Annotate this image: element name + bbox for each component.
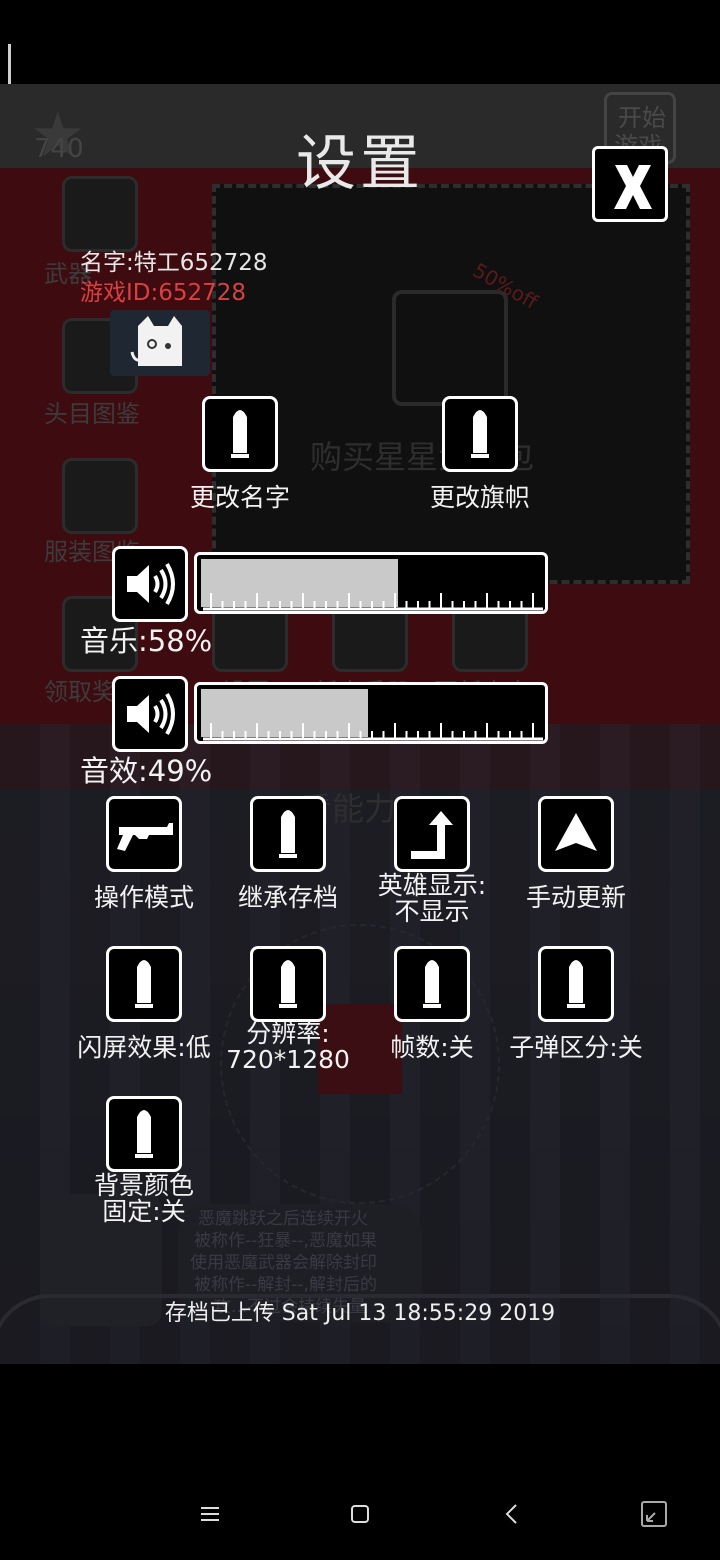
cat-flag-icon — [130, 316, 182, 366]
bg-color-label-line2: 固定:关 — [102, 1197, 186, 1226]
speaker-icon — [127, 562, 175, 606]
change-flag-button[interactable] — [442, 396, 518, 472]
close-icon — [614, 165, 652, 209]
manual-update-button[interactable] — [538, 796, 614, 872]
control-mode-button[interactable] — [106, 796, 182, 872]
bg-color-label-line1: 背景颜色 — [93, 1171, 194, 1200]
revolver-icon — [117, 823, 173, 851]
bg-color-button[interactable] — [106, 1096, 182, 1172]
music-label: 音乐:58% — [80, 624, 213, 658]
resolution-button[interactable] — [250, 946, 326, 1022]
bullet-icon — [231, 410, 249, 458]
bullet-distinguish-label: 子弹区分:关 — [509, 1033, 643, 1062]
speaker-icon — [127, 692, 175, 736]
back-button[interactable] — [492, 1494, 532, 1534]
slider-ticks — [203, 593, 543, 611]
navigation-arrow-icon — [555, 813, 597, 851]
sfx-label: 音效:49% — [80, 754, 213, 788]
hero-display-label-line2: 不显示 — [394, 897, 470, 926]
bullet-icon — [279, 960, 297, 1008]
close-button[interactable] — [592, 146, 668, 222]
control-mode-label: 操作模式 — [93, 883, 194, 912]
hero-display-button[interactable] — [394, 796, 470, 872]
inherit-save-label: 继承存档 — [237, 883, 338, 912]
menu-icon — [201, 1507, 219, 1521]
home-button[interactable] — [340, 1494, 380, 1534]
bg-outfit-icon — [62, 458, 138, 534]
resolution-label-line1: 分辨率: — [246, 1019, 330, 1048]
bullet-icon — [135, 1110, 153, 1158]
change-flag-label: 更改旗帜 — [429, 483, 530, 512]
change-name-button[interactable] — [202, 396, 278, 472]
fps-label: 帧数:关 — [390, 1033, 474, 1062]
hero-display-label-line1: 英雄显示: — [377, 871, 487, 900]
bullet-icon — [471, 410, 489, 458]
rotate-icon — [641, 1501, 667, 1527]
inherit-save-button[interactable] — [250, 796, 326, 872]
back-icon — [505, 1504, 517, 1524]
turn-arrow-icon — [411, 811, 453, 859]
rotate-button[interactable] — [634, 1494, 674, 1534]
change-name-label: 更改名字 — [189, 483, 290, 512]
menu-button[interactable] — [190, 1494, 230, 1534]
player-name: 名字:特工652728 — [80, 250, 268, 276]
music-volume-slider[interactable] — [194, 552, 548, 614]
bg-boss-guide-label: 头目图鉴 — [44, 400, 140, 428]
music-mute-button[interactable] — [112, 546, 188, 622]
bullet-distinguish-button[interactable] — [538, 946, 614, 1022]
fps-button[interactable] — [394, 946, 470, 1022]
home-icon — [351, 1505, 369, 1523]
resolution-label-line2: 720*1280 — [226, 1045, 350, 1074]
flash-effect-button[interactable] — [106, 946, 182, 1022]
bullet-icon — [423, 960, 441, 1008]
player-flag[interactable] — [110, 310, 210, 376]
manual-update-label: 手动更新 — [525, 883, 626, 912]
sfx-volume-slider[interactable] — [194, 682, 548, 744]
sfx-mute-button[interactable] — [112, 676, 188, 752]
game-id: 游戏ID:652728 — [80, 280, 247, 306]
bullet-icon — [279, 810, 297, 858]
bg-star-box — [392, 290, 508, 406]
flash-effect-label: 闪屏效果:低 — [77, 1033, 211, 1062]
bullet-icon — [135, 960, 153, 1008]
bullet-icon — [567, 960, 585, 1008]
slider-ticks — [203, 723, 543, 741]
navigation-bar — [0, 1364, 720, 1560]
save-status: 存档已上传 Sat Jul 13 18:55:29 2019 — [164, 1301, 556, 1326]
